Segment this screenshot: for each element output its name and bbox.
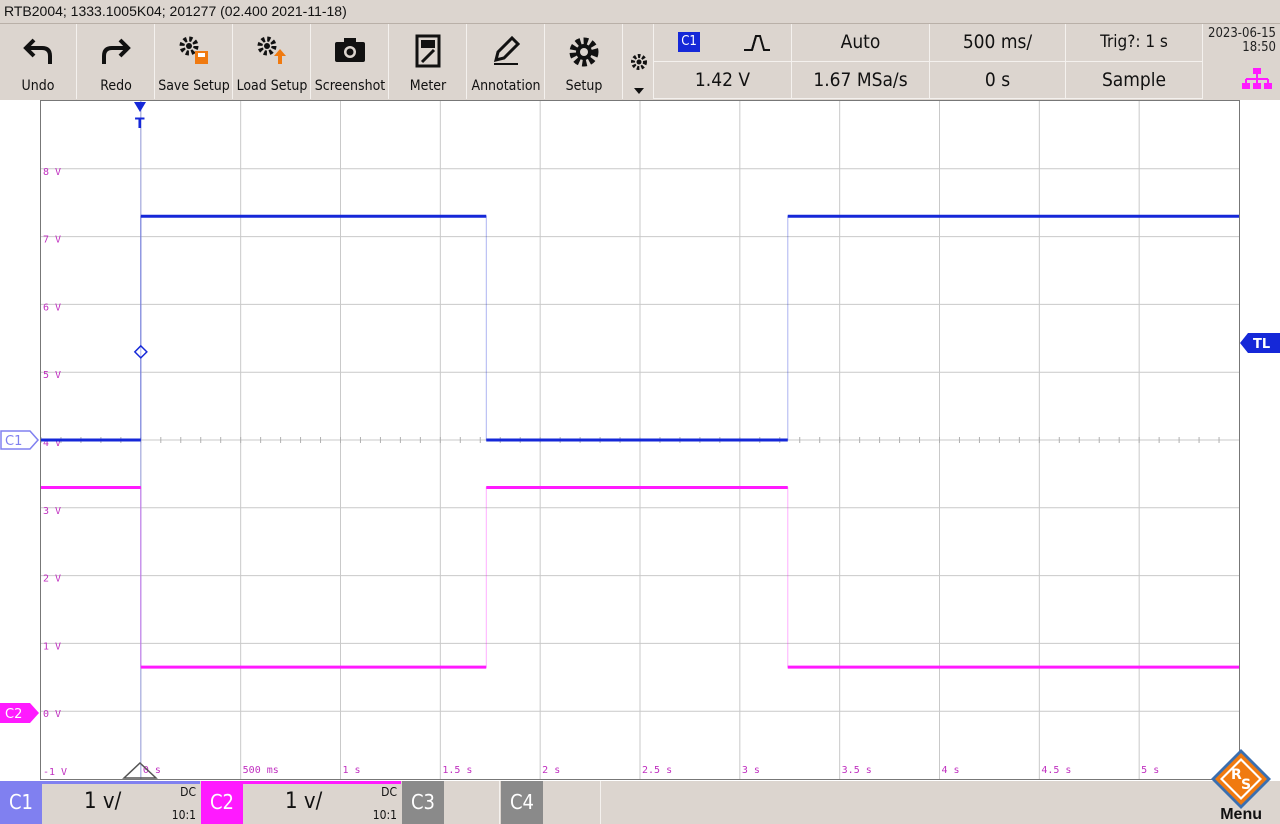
x-tick-label: 3 s [742,765,760,776]
x-tick-label: 3.5 s [842,765,872,776]
trigger-source-badge: C1 [678,32,700,52]
timebase[interactable]: 500 ms/ [930,24,1066,62]
y-tick-label: 7 V [43,235,61,246]
x-tick-label: 4.5 s [1041,765,1071,776]
channel-c2-accent [201,781,401,784]
channel-c1-box[interactable]: C1 1 v/ DC 10:1 [0,781,200,824]
svg-text:S: S [1241,777,1251,793]
trigger-level[interactable]: 1.42 V [654,62,792,99]
annotation-label: Annotation [471,78,541,94]
time-reference-marker [122,761,158,779]
y-tick-label: 6 V [43,302,61,313]
load-setup-label: Load Setup [236,78,308,94]
channel-c2-box[interactable]: C2 1 v/ DC 10:1 [201,781,401,824]
load-setup-button[interactable]: Load Setup [234,24,311,99]
pencil-icon [493,35,521,65]
undo-button[interactable]: Undo [0,24,77,99]
meter-icon [415,34,441,68]
meter-button[interactable]: Meter [390,24,467,99]
channel-c2-coupling: DC [381,785,397,799]
toolbar: Undo Redo Save Setup Load Setup Screensh… [0,24,1280,100]
y-tick-label: 0 V [43,709,61,720]
x-tick-label: 1 s [343,765,361,776]
datetime-panel: 2023-06-15 18:50 [1203,24,1280,99]
save-setup-button[interactable]: Save Setup [156,24,233,99]
trigger-level-marker[interactable]: TL [1240,333,1280,353]
sample-rate: 1.67 MSa/s [792,62,930,99]
y-tick-label: 8 V [43,167,61,178]
y-tick-label: 2 V [43,574,61,585]
trigger-mode[interactable]: Auto [792,24,930,62]
y-tick-label: 3 V [43,506,61,517]
trigger-level-marker-label: TL [1253,337,1270,352]
gear-load-icon [257,36,286,64]
channel-c1-accent [0,781,200,784]
camera-icon [335,38,365,62]
x-tick-label: 1.5 s [442,765,472,776]
acquisition-mode[interactable]: Sample [1066,62,1203,99]
save-setup-label: Save Setup [158,78,230,94]
window-title: RTB2004; 1333.1005K04; 201277 (02.400 20… [4,3,347,19]
channel-c2-probe: 10:1 [372,808,397,822]
screenshot-label: Screenshot [314,78,386,94]
setup-button[interactable]: Setup [546,24,623,99]
annotation-button[interactable]: Annotation [468,24,545,99]
title-bar: RTB2004; 1333.1005K04; 201277 (02.400 20… [0,0,1280,24]
c2-marker-label: C2 [5,707,22,722]
trigger-source-cell[interactable]: C1 [654,24,792,62]
redo-label: Redo [100,78,132,94]
c1-marker-label: C1 [5,434,22,449]
screenshot-button[interactable]: Screenshot [312,24,389,99]
y-tick-label: 5 V [43,370,61,381]
c2-offset-marker[interactable]: C2 [0,703,40,723]
channel-c2-tag: C2 [201,781,243,824]
channel-c4-tag: C4 [501,781,543,824]
channel-bar: C1 1 v/ DC 10:1 C2 1 v/ DC 10:1 C3 C4 [0,781,1280,824]
c1-offset-marker[interactable]: C1 [0,430,40,450]
channel-c1-tag: C1 [0,781,42,824]
menu-label: Menu [1220,806,1262,823]
channel-c1-coupling: DC [180,785,196,799]
undo-label: Undo [21,78,55,94]
horizontal-position[interactable]: 0 s [930,62,1066,99]
channel-c3-tag: C3 [402,781,444,824]
time-text: 18:50 [1242,40,1276,55]
waveform-chart: -1 V0 V1 V2 V3 V4 V5 V6 V7 V8 V0 s 500 ms… [41,101,1239,779]
channel-c4-box[interactable]: C4 [501,781,601,824]
redo-button[interactable]: Redo [78,24,155,99]
network-icon [1242,68,1272,89]
channel-c3-box[interactable]: C3 [402,781,500,824]
x-tick-label: 4 s [942,765,960,776]
dropdown-arrow-icon [634,88,644,94]
x-tick-label: 5 s [1141,765,1159,776]
setup-label: Setup [565,78,603,94]
x-tick-label: 500 ms [243,765,279,776]
trigger-status[interactable]: Trig?: 1 s [1066,24,1203,62]
date-text: 2023-06-15 [1208,26,1276,41]
trigger-position-marker[interactable]: T [132,100,148,130]
undo-icon [23,38,52,64]
channel-c2-scale: 1 v/ [285,789,323,814]
meter-label: Meter [409,78,447,94]
edge-slope-icon [744,35,770,51]
more-settings-button[interactable] [625,24,654,99]
x-tick-label: 2.5 s [642,765,672,776]
menu-button[interactable]: R S Menu [1203,749,1280,824]
gear-icon [569,37,599,67]
channel-c1-scale: 1 v/ [84,789,122,814]
redo-icon [102,38,131,64]
channel-c1-probe: 10:1 [171,808,196,822]
trigger-position-marker-label: T [135,116,145,130]
y-tick-label: -1 V [43,767,67,778]
gear-save-icon [179,36,208,64]
x-tick-label: 2 s [542,765,560,776]
small-gear-icon [631,54,647,70]
rs-logo-icon: R S [1211,749,1271,809]
y-tick-label: 1 V [43,641,61,652]
waveform-display[interactable]: -1 V0 V1 V2 V3 V4 V5 V6 V7 V8 V0 s 500 ms… [40,100,1240,780]
